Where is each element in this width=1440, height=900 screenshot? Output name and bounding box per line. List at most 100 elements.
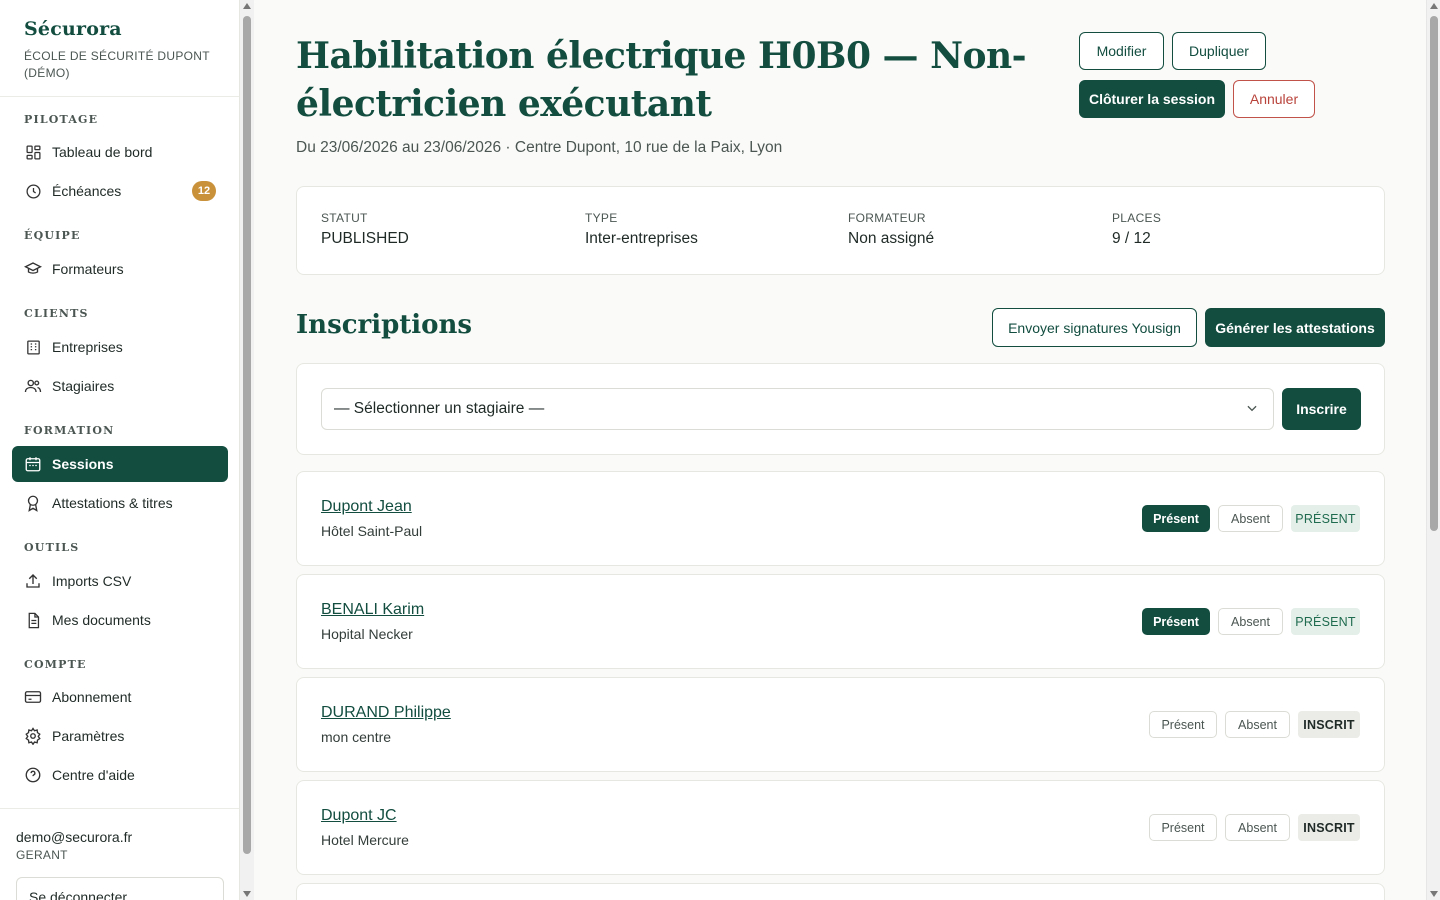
table-row: DURAND Philippe mon centre Présent Absen… bbox=[296, 677, 1385, 772]
scroll-down-arrow-icon[interactable] bbox=[1430, 891, 1438, 897]
table-row: Dupont Jean Hôtel Saint-Paul Présent Abs… bbox=[296, 471, 1385, 566]
status-badge: INSCRIT bbox=[1298, 814, 1360, 841]
sidebar-item-label: Abonnement bbox=[52, 689, 132, 705]
trainee-select[interactable]: — Sélectionner un stagiaire — bbox=[321, 388, 1274, 430]
nav-section-pilotage: PILOTAGE bbox=[0, 110, 98, 130]
clock-icon bbox=[24, 182, 42, 200]
mark-present-button[interactable]: Présent bbox=[1149, 711, 1217, 738]
stat-type: TYPE Inter-entreprises bbox=[585, 211, 698, 248]
logout-button[interactable]: Se déconnecter bbox=[16, 877, 224, 900]
mark-absent-button[interactable]: Absent bbox=[1225, 711, 1290, 738]
mark-absent-button[interactable]: Absent bbox=[1225, 814, 1290, 841]
gear-icon bbox=[24, 727, 42, 745]
sidebar-item-label: Attestations & titres bbox=[52, 495, 173, 511]
nav-section-title: OUTILS bbox=[24, 541, 80, 554]
award-icon bbox=[24, 494, 42, 512]
trainee-org: Hôtel Saint-Paul bbox=[321, 523, 423, 539]
nav-section-title: FORMATION bbox=[24, 424, 115, 437]
sidebar-item-label: Sessions bbox=[52, 456, 114, 472]
user-email: demo@securora.fr bbox=[16, 829, 133, 845]
sidebar-item-imports[interactable]: Imports CSV bbox=[12, 563, 228, 599]
stat-label: FORMATEUR bbox=[848, 211, 926, 225]
close-session-button[interactable]: Clôturer la session bbox=[1079, 80, 1225, 118]
sidebar-item-label: Imports CSV bbox=[52, 573, 132, 589]
trainee-name-link[interactable]: DURAND Philippe bbox=[321, 704, 451, 722]
brand: Sécurora ÉCOLE DE SÉCURITÉ DUPONT (DÉMO) bbox=[0, 0, 239, 97]
session-dates-location: Du 23/06/2026 au 23/06/2026 · Centre Dup… bbox=[296, 139, 783, 156]
mark-absent-button[interactable]: Absent bbox=[1218, 608, 1283, 635]
sidebar-scrollbar[interactable] bbox=[240, 0, 254, 900]
stat-value: Inter-entreprises bbox=[585, 230, 698, 247]
sidebar-item-sessions[interactable]: Sessions bbox=[12, 446, 228, 482]
page-title: Habilitation électrique H0B0 — Non-élect… bbox=[296, 35, 1027, 125]
cancel-session-button[interactable]: Annuler bbox=[1233, 80, 1315, 118]
sidebar-item-label: Formateurs bbox=[52, 261, 124, 277]
nav-section-outils: OUTILS bbox=[0, 538, 79, 558]
document-icon bbox=[24, 611, 42, 629]
stat-label: PLACES bbox=[1112, 211, 1162, 225]
trainee-name-link[interactable]: BENALI Karim bbox=[321, 601, 424, 619]
trainee-name-link[interactable]: Dupont JC bbox=[321, 807, 397, 825]
sidebar-item-deadlines[interactable]: Échéances 12 bbox=[12, 173, 228, 209]
nav-section-title: CLIENTS bbox=[24, 307, 89, 320]
trainee-org: Hotel Mercure bbox=[321, 832, 409, 848]
sidebar-item-subscription[interactable]: Abonnement bbox=[12, 679, 228, 715]
trainee-name-link[interactable]: Dupont Jean bbox=[321, 498, 412, 516]
stat-value: Non assigné bbox=[848, 230, 935, 247]
mark-present-button[interactable]: Présent bbox=[1142, 505, 1210, 532]
trainee-org: mon centre bbox=[321, 729, 392, 745]
trainee-select-value: — Sélectionner un stagiaire — bbox=[334, 400, 545, 417]
mark-present-button[interactable]: Présent bbox=[1142, 608, 1210, 635]
sidebar-item-label: Entreprises bbox=[52, 339, 123, 355]
send-yousign-button[interactable]: Envoyer signatures Yousign bbox=[992, 308, 1197, 347]
nav-section-clients: CLIENTS bbox=[0, 304, 89, 324]
status-badge: INSCRIT bbox=[1298, 711, 1360, 738]
chevron-down-icon bbox=[1245, 401, 1259, 420]
edit-button[interactable]: Modifier bbox=[1079, 32, 1164, 70]
upload-icon bbox=[24, 572, 42, 590]
deadlines-count-badge: 12 bbox=[192, 181, 216, 201]
scroll-up-arrow-icon[interactable] bbox=[243, 3, 251, 9]
stat-trainer: FORMATEUR Non assigné bbox=[848, 211, 934, 248]
sidebar-item-documents[interactable]: Mes documents bbox=[12, 602, 228, 638]
page-scrollbar[interactable] bbox=[1426, 0, 1440, 900]
inscriptions-title: Inscriptions bbox=[296, 310, 473, 340]
sidebar-scrollbar-thumb[interactable] bbox=[243, 16, 251, 854]
sidebar-item-attestations[interactable]: Attestations & titres bbox=[12, 485, 228, 521]
nav-section-title: COMPTE bbox=[24, 658, 87, 671]
sidebar-item-dashboard[interactable]: Tableau de bord bbox=[12, 134, 228, 170]
nav-section-compte: COMPTE bbox=[0, 655, 87, 675]
sidebar-item-trainers[interactable]: Formateurs bbox=[12, 251, 228, 287]
mark-absent-button[interactable]: Absent bbox=[1218, 505, 1283, 532]
nav-section-title: ÉQUIPE bbox=[24, 229, 81, 242]
user-block: demo@securora.fr GERANT Se déconnecter bbox=[0, 808, 239, 900]
trainee-org: Hopital Necker bbox=[321, 626, 413, 642]
main-content: Habilitation électrique H0B0 — Non-élect… bbox=[255, 0, 1426, 900]
sidebar-item-label: Échéances bbox=[52, 183, 122, 199]
sidebar-item-settings[interactable]: Paramètres bbox=[12, 718, 228, 754]
sidebar-item-label: Paramètres bbox=[52, 728, 125, 744]
enroll-button[interactable]: Inscrire bbox=[1282, 388, 1361, 430]
credit-card-icon bbox=[24, 688, 42, 706]
org-name: ÉCOLE DE SÉCURITÉ DUPONT (DÉMO) bbox=[24, 49, 210, 80]
sidebar-item-companies[interactable]: Entreprises bbox=[12, 329, 228, 365]
stat-label: TYPE bbox=[585, 211, 618, 225]
grid-icon bbox=[24, 143, 42, 161]
sidebar: Sécurora ÉCOLE DE SÉCURITÉ DUPONT (DÉMO)… bbox=[0, 0, 240, 900]
nav-section-formation: FORMATION bbox=[0, 421, 114, 441]
scroll-up-arrow-icon[interactable] bbox=[1430, 3, 1438, 9]
building-icon bbox=[24, 338, 42, 356]
duplicate-button[interactable]: Dupliquer bbox=[1172, 32, 1266, 70]
nav-section-title: PILOTAGE bbox=[24, 113, 99, 126]
sidebar-item-trainees[interactable]: Stagiaires bbox=[12, 368, 228, 404]
sidebar-item-help[interactable]: Centre d'aide bbox=[12, 757, 228, 793]
page-scrollbar-thumb[interactable] bbox=[1430, 16, 1438, 531]
status-badge: PRÉSENT bbox=[1291, 505, 1360, 532]
stat-label: STATUT bbox=[321, 211, 368, 225]
stat-value: 9 / 12 bbox=[1112, 230, 1151, 247]
table-row bbox=[296, 883, 1385, 900]
scroll-down-arrow-icon[interactable] bbox=[243, 891, 251, 897]
mark-present-button[interactable]: Présent bbox=[1149, 814, 1217, 841]
generate-attestations-button[interactable]: Générer les attestations bbox=[1205, 308, 1385, 347]
stat-value: PUBLISHED bbox=[321, 230, 409, 247]
